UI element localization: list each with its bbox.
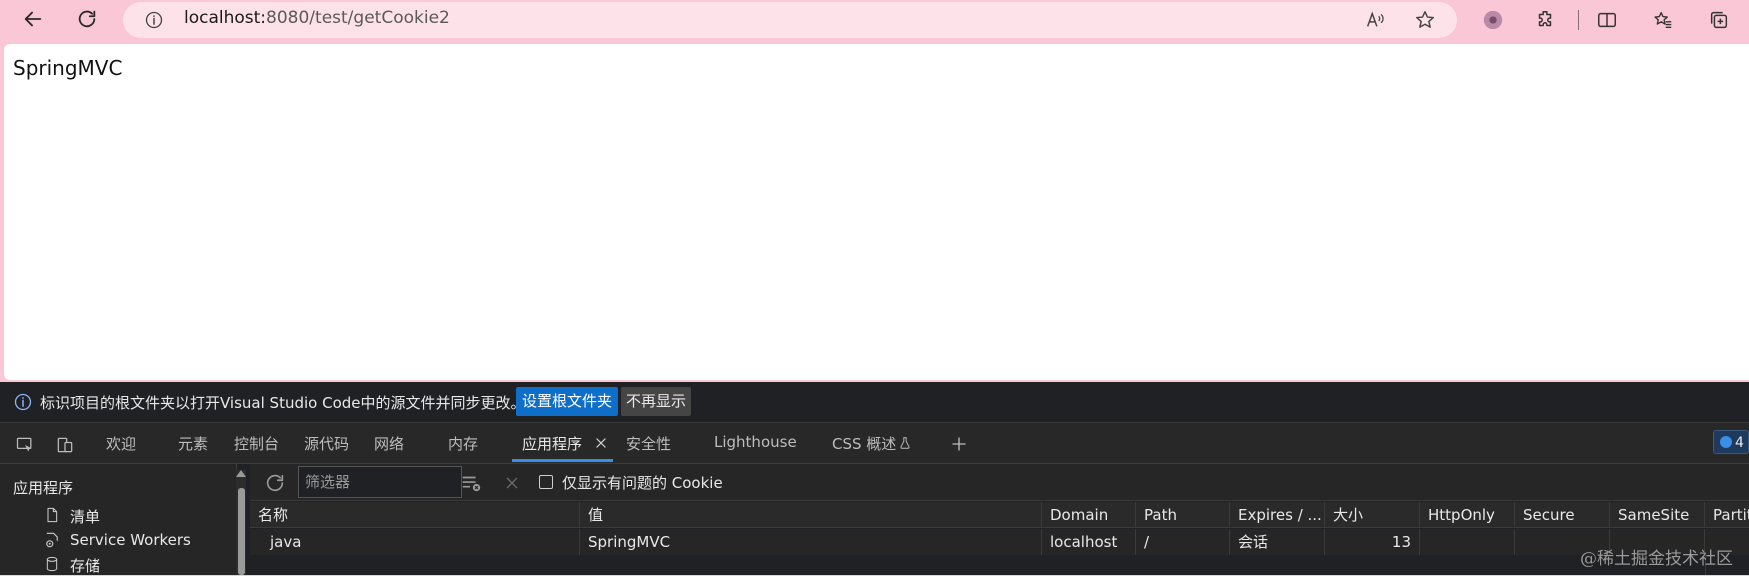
sidebar-item-manifest[interactable]: 清单 <box>70 506 100 527</box>
info-icon <box>12 391 34 413</box>
infobar-message: 标识项目的根文件夹以打开Visual Studio Code中的源文件并同步更改… <box>40 394 526 412</box>
scrollbar-thumb[interactable] <box>238 488 245 575</box>
empty-row-cell <box>1325 555 1421 575</box>
favorites-icon[interactable] <box>1648 6 1678 34</box>
column-header-domain[interactable]: Domain <box>1042 502 1136 528</box>
issues-badge[interactable]: 4 <box>1713 430 1749 454</box>
tab-sources[interactable]: 源代码 <box>304 433 349 454</box>
empty-row-cell <box>1136 555 1231 575</box>
extensions-icon[interactable] <box>1530 6 1560 34</box>
url-host: localhost: <box>184 8 267 28</box>
refresh-cookies-icon[interactable] <box>262 470 288 496</box>
profile-avatar-icon[interactable] <box>1478 6 1508 34</box>
service-worker-icon <box>42 530 62 550</box>
empty-row-cell <box>250 555 581 575</box>
issues-count: 4 <box>1735 435 1744 451</box>
scroll-up-arrow-icon[interactable] <box>236 470 246 477</box>
only-issues-checkbox[interactable] <box>539 475 553 489</box>
site-info-icon[interactable] <box>142 8 166 32</box>
column-header-partition[interactable]: Partiti <box>1705 502 1749 528</box>
column-header-secure[interactable]: Secure <box>1515 502 1610 528</box>
inspect-element-icon[interactable] <box>12 433 38 457</box>
cell-size[interactable]: 13 <box>1325 529 1420 555</box>
close-tab-icon[interactable] <box>592 434 610 452</box>
dont-show-again-button[interactable]: 不再显示 <box>621 387 692 416</box>
empty-row-cell <box>1420 555 1516 575</box>
tab-console[interactable]: 控制台 <box>234 433 279 454</box>
tab-welcome[interactable]: 欢迎 <box>106 433 136 454</box>
column-header-value[interactable]: 值 <box>580 502 1042 528</box>
tab-application[interactable]: 应用程序 <box>522 433 582 454</box>
sidebar-item-service-workers[interactable]: Service Workers <box>70 531 191 549</box>
add-tab-icon[interactable] <box>946 431 972 457</box>
tab-memory[interactable]: 内存 <box>448 433 478 454</box>
back-icon[interactable] <box>16 4 50 34</box>
cell-httponly[interactable] <box>1420 529 1515 555</box>
device-emulation-icon[interactable] <box>52 433 78 457</box>
empty-row-cell <box>1230 555 1326 575</box>
chat-icon <box>1720 436 1732 448</box>
url-text[interactable]: localhost:8080/test/getCookie2 <box>184 8 450 28</box>
watermark: @稀土掘金技术社区 <box>1580 549 1733 569</box>
empty-row-cell <box>1042 555 1137 575</box>
tab-elements[interactable]: 元素 <box>178 433 208 454</box>
column-header-name[interactable]: 名称 <box>250 502 580 528</box>
column-header-httponly[interactable]: HttpOnly <box>1420 502 1515 528</box>
cookie-filter-input[interactable] <box>298 466 462 498</box>
delete-selected-icon[interactable] <box>500 471 524 495</box>
refresh-icon[interactable] <box>70 4 104 34</box>
page-body-text: SpringMVC <box>13 56 123 80</box>
toolbar-divider <box>1578 10 1579 30</box>
column-header-size[interactable]: 大小 <box>1325 502 1420 528</box>
tab-css-overview[interactable]: CSS 概述 <box>832 433 896 454</box>
tab-lighthouse[interactable]: Lighthouse <box>714 433 797 451</box>
favorite-star-icon[interactable] <box>1410 6 1440 34</box>
file-icon <box>43 505 61 525</box>
column-header-path[interactable]: Path <box>1136 502 1230 528</box>
sidebar-item-storage[interactable]: 存储 <box>70 555 100 576</box>
column-header-samesite[interactable]: SameSite <box>1610 502 1705 528</box>
sidebar-title: 应用程序 <box>13 479 74 497</box>
only-issues-label: 仅显示有问题的 Cookie <box>562 474 723 492</box>
database-icon <box>43 554 61 574</box>
flask-icon <box>896 434 914 452</box>
split-screen-icon[interactable] <box>1592 6 1622 34</box>
cell-value[interactable]: SpringMVC <box>580 529 1042 555</box>
url-path: 8080/test/getCookie2 <box>266 8 450 28</box>
tab-network[interactable]: 网络 <box>374 433 404 454</box>
cell-path[interactable]: / <box>1136 529 1230 555</box>
cell-name[interactable]: java <box>250 529 580 555</box>
clear-all-cookies-icon[interactable] <box>458 470 484 496</box>
cell-expires[interactable]: 会话 <box>1230 529 1325 555</box>
collections-icon[interactable] <box>1704 6 1734 34</box>
set-root-folder-button[interactable]: 设置根文件夹 <box>516 387 619 416</box>
read-aloud-icon[interactable] <box>1360 6 1390 34</box>
active-tab-indicator <box>512 459 613 462</box>
tab-security[interactable]: 安全性 <box>626 433 671 454</box>
empty-row-cell <box>580 555 1043 575</box>
column-header-expires[interactable]: Expires / ... <box>1230 502 1325 528</box>
cell-domain[interactable]: localhost <box>1042 529 1136 555</box>
page-content <box>4 44 1749 380</box>
